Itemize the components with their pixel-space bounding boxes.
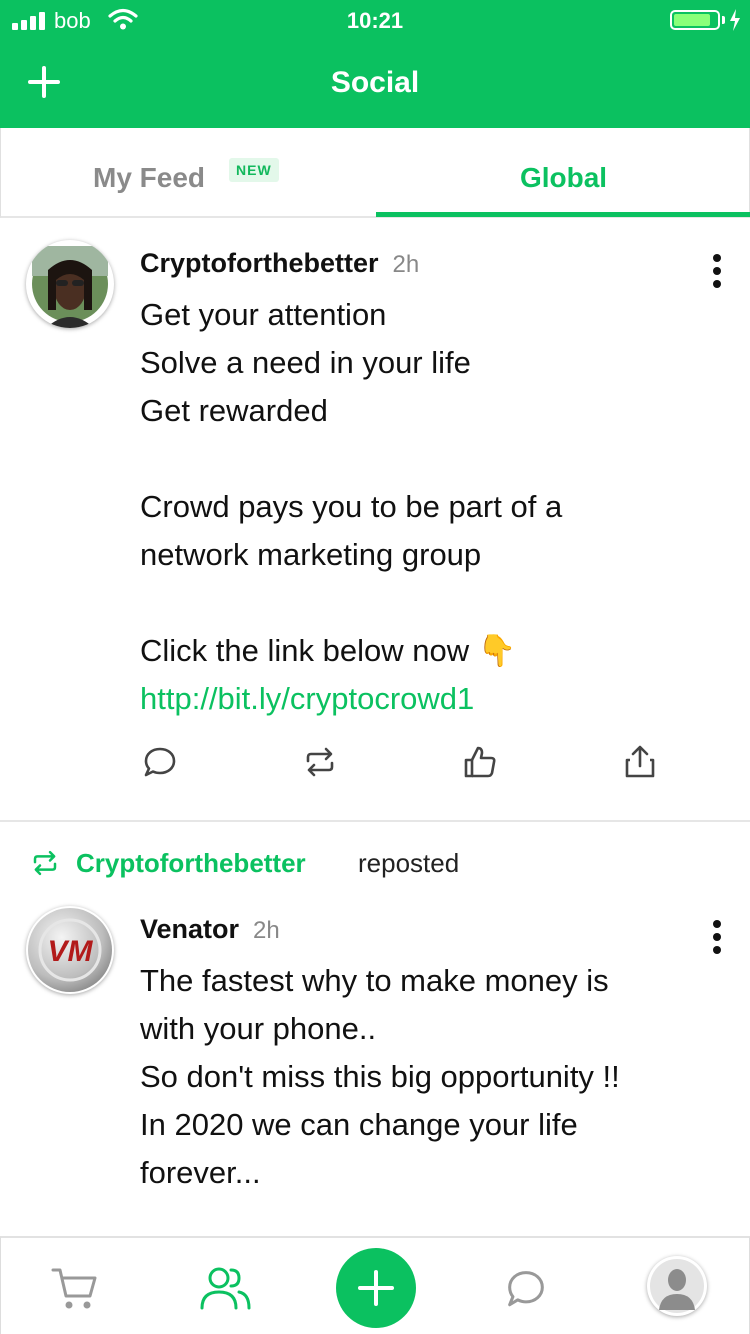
create-post-button[interactable] <box>336 1248 416 1328</box>
battery-level <box>674 14 710 26</box>
post-divider <box>0 820 750 822</box>
post-link[interactable]: http://bit.ly/cryptocrowd1 <box>140 675 720 723</box>
status-time: 10:21 <box>346 8 404 33</box>
avatar-photo <box>32 246 108 328</box>
share-icon[interactable] <box>622 744 658 780</box>
cart-icon[interactable] <box>51 1266 99 1312</box>
avatar[interactable]: VM <box>26 906 114 994</box>
bottom-nav <box>0 1236 750 1334</box>
top-bar: bob 10:21 Social <box>0 0 750 128</box>
post[interactable]: Cryptoforthebetter 2h Get your attention … <box>0 220 750 820</box>
battery-nub <box>722 16 725 24</box>
post[interactable]: VM Venator 2h The fastest why to make mon… <box>0 886 750 1236</box>
battery-icon <box>670 10 720 30</box>
repost-header: Cryptoforthebetter reposted <box>0 842 750 882</box>
plus-icon <box>358 1270 394 1306</box>
new-badge: NEW <box>229 158 279 182</box>
avatar-logo: VM <box>28 908 112 992</box>
repost-icon[interactable] <box>302 744 338 780</box>
post-body: Get your attention Solve a need in your … <box>140 297 563 668</box>
post-time: 2h <box>253 917 280 944</box>
like-icon[interactable] <box>462 744 498 780</box>
tab-my-feed-label: My Feed <box>93 162 206 193</box>
repost-username[interactable]: Cryptoforthebetter <box>76 848 306 879</box>
page-title: Social <box>330 66 420 99</box>
post-actions <box>0 744 750 784</box>
repost-icon <box>33 850 57 876</box>
comment-icon[interactable] <box>142 744 178 780</box>
tab-my-feed[interactable]: My Feed NEW <box>1 128 376 216</box>
avatar[interactable] <box>26 240 114 328</box>
repost-label: reposted <box>358 848 460 878</box>
profile-avatar[interactable] <box>647 1256 707 1316</box>
more-options-icon[interactable] <box>712 920 722 954</box>
chat-icon[interactable] <box>505 1268 547 1310</box>
post-username[interactable]: Venator 2h <box>140 914 280 945</box>
profile-placeholder-icon <box>650 1259 704 1313</box>
username-text: Venator <box>140 914 240 944</box>
tab-global[interactable]: Global <box>376 128 750 216</box>
feed-tabs: My Feed NEW Global <box>0 128 750 218</box>
active-tab-indicator <box>376 212 750 217</box>
username-text: Cryptoforthebetter <box>140 248 379 278</box>
post-username[interactable]: Cryptoforthebetter 2h <box>140 248 419 279</box>
tab-global-label: Global <box>519 162 608 193</box>
charging-bolt-icon <box>730 9 740 31</box>
post-body: The fastest why to make money is with yo… <box>140 963 620 1190</box>
status-bar: bob 10:21 <box>0 0 750 40</box>
avatar-logo-text: VM <box>48 935 94 968</box>
more-options-icon[interactable] <box>712 254 722 288</box>
post-time: 2h <box>392 251 420 278</box>
people-icon[interactable] <box>199 1266 251 1310</box>
